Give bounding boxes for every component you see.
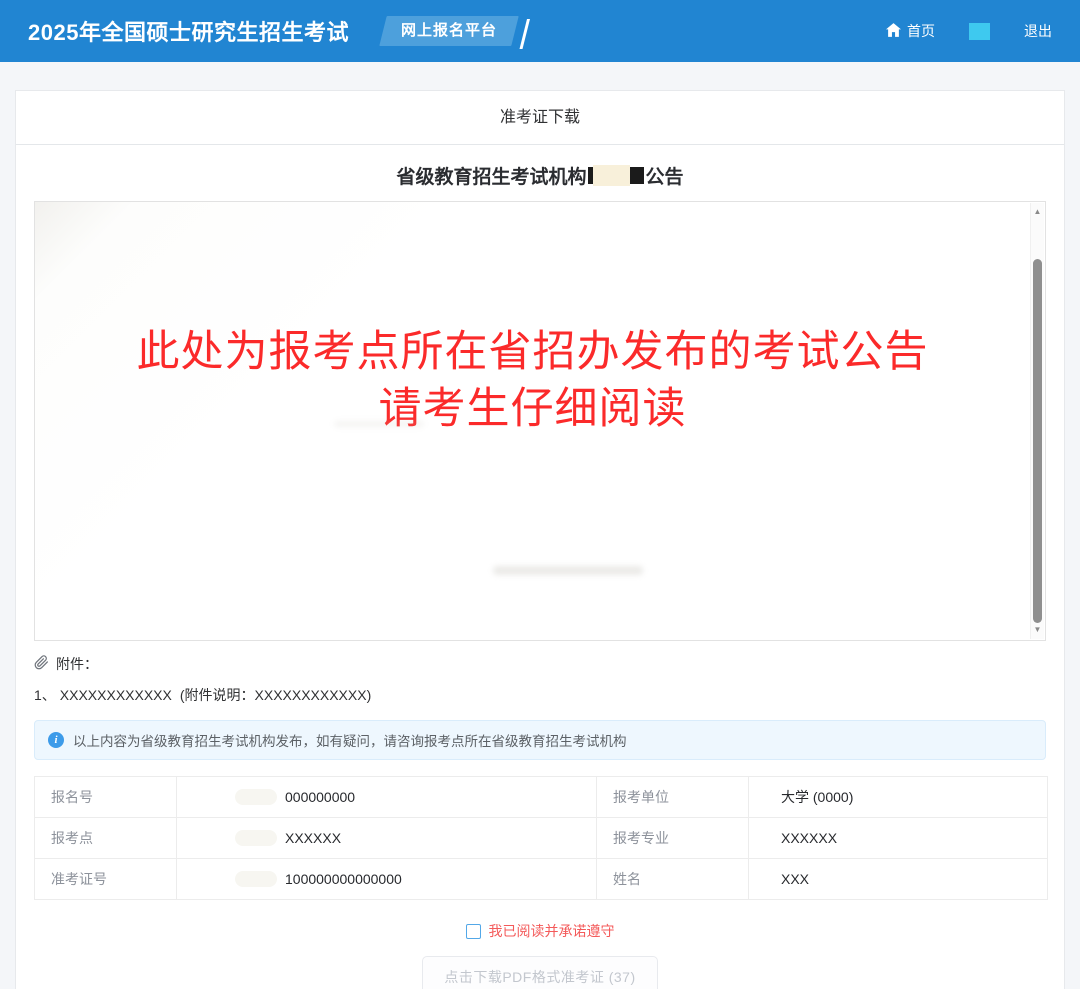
- platform-badge-label: 网上报名平台: [401, 16, 497, 46]
- info-alert-text: 以上内容为省级教育招生考试机构发布，如有疑问，请咨询报考点所在省级教育招生考试机…: [73, 730, 627, 750]
- field-value: XXXXXX: [177, 818, 597, 859]
- attachment-item: 1、 XXXXXXXXXXXX (附件说明：XXXXXXXXXXXX): [34, 685, 1046, 705]
- platform-badge: 网上报名平台: [379, 16, 518, 46]
- home-icon: [886, 23, 901, 40]
- page-title: 准考证下载: [16, 91, 1064, 145]
- announcement-text-line2: 请考生仔细阅读: [35, 381, 1030, 438]
- field-label: 报考单位: [597, 777, 749, 818]
- redaction-smudge: [493, 566, 643, 575]
- attachment-index: 1、: [34, 685, 56, 705]
- redaction-block: [630, 167, 644, 184]
- table-row: 准考证号 100000000000000 姓名 XXX: [35, 859, 1048, 900]
- nav-logout[interactable]: 退出: [1024, 21, 1052, 41]
- agreement-label[interactable]: 我已阅读并承诺遵守: [489, 921, 615, 941]
- agreement-checkbox[interactable]: [466, 924, 481, 939]
- scroll-down-icon[interactable]: ▼: [1031, 623, 1044, 637]
- redaction-smudge: [334, 421, 424, 427]
- scrollbar-thumb[interactable]: [1033, 259, 1042, 623]
- field-value: XXXXXX: [749, 818, 1048, 859]
- table-row: 报考点 XXXXXX 报考专业 XXXXXX: [35, 818, 1048, 859]
- download-button-row: 点击下载PDF格式准考证 (37): [16, 956, 1064, 989]
- download-pdf-button[interactable]: 点击下载PDF格式准考证 (37): [422, 956, 657, 989]
- field-label: 报名号: [35, 777, 177, 818]
- announcement-document: 此处为报考点所在省招办发布的考试公告 请考生仔细阅读: [35, 202, 1030, 640]
- header-nav: 首页 退出: [886, 21, 1052, 41]
- announcement-heading: 省级教育招生考试机构 公告: [16, 162, 1064, 189]
- field-value: 大学 (0000): [749, 777, 1048, 818]
- attachments-header: 附件：: [34, 654, 1046, 674]
- field-value: 100000000000000: [177, 859, 597, 900]
- attachment-link[interactable]: XXXXXXXXXXXX: [60, 687, 172, 703]
- scroll-up-icon[interactable]: ▲: [1031, 205, 1044, 219]
- nav-home-label: 首页: [907, 21, 935, 41]
- agreement-row: 我已阅读并承诺遵守: [16, 921, 1064, 941]
- field-value-text: XXXXXX: [285, 830, 341, 846]
- field-value: XXX: [749, 859, 1048, 900]
- table-row: 报名号 000000000 报考单位 大学 (0000): [35, 777, 1048, 818]
- announcement-heading-prefix: 省级教育招生考试机构: [396, 162, 586, 189]
- field-value-text: 100000000000000: [285, 871, 402, 887]
- field-label: 姓名: [597, 859, 749, 900]
- nav-logout-label: 退出: [1024, 21, 1052, 41]
- announcement-viewer: 此处为报考点所在省招办发布的考试公告 请考生仔细阅读 ▲ ▼: [34, 201, 1046, 641]
- nav-home[interactable]: 首页: [886, 21, 935, 41]
- info-icon: i: [48, 732, 64, 748]
- redaction-smudge: [235, 789, 277, 805]
- field-value: 000000000: [177, 777, 597, 818]
- attachments-section: 附件： 1、 XXXXXXXXXXXX (附件说明：XXXXXXXXXXXX): [34, 654, 1046, 705]
- field-label: 报考点: [35, 818, 177, 859]
- field-label: 准考证号: [35, 859, 177, 900]
- app-title: 2025年全国硕士研究生招生考试: [28, 15, 349, 47]
- announcement-text-line1: 此处为报考点所在省招办发布的考试公告: [35, 324, 1030, 381]
- attachments-label: 附件：: [56, 654, 98, 674]
- badge-slash-decoration: [519, 19, 529, 49]
- announcement-heading-suffix: 公告: [646, 162, 684, 189]
- field-value-text: 000000000: [285, 789, 355, 805]
- redaction-smudge: [235, 871, 277, 887]
- admission-ticket-card: 准考证下载 省级教育招生考试机构 公告 此处为报考点所在省招办发布的考试公告 请…: [15, 90, 1065, 989]
- field-label: 报考专业: [597, 818, 749, 859]
- redacted-user-block: [969, 23, 990, 40]
- app-header: 2025年全国硕士研究生招生考试 网上报名平台 首页 退出: [0, 0, 1080, 62]
- registration-info-table: 报名号 000000000 报考单位 大学 (0000) 报考点 XXXXXX …: [34, 776, 1048, 900]
- redaction-smudge: [235, 830, 277, 846]
- info-alert: i 以上内容为省级教育招生考试机构发布，如有疑问，请咨询报考点所在省级教育招生考…: [34, 720, 1046, 760]
- redaction-block: [593, 165, 630, 186]
- scrollbar[interactable]: ▲ ▼: [1030, 203, 1044, 639]
- paperclip-icon: [34, 655, 49, 673]
- attachment-description: (附件说明：XXXXXXXXXXXX): [180, 685, 371, 705]
